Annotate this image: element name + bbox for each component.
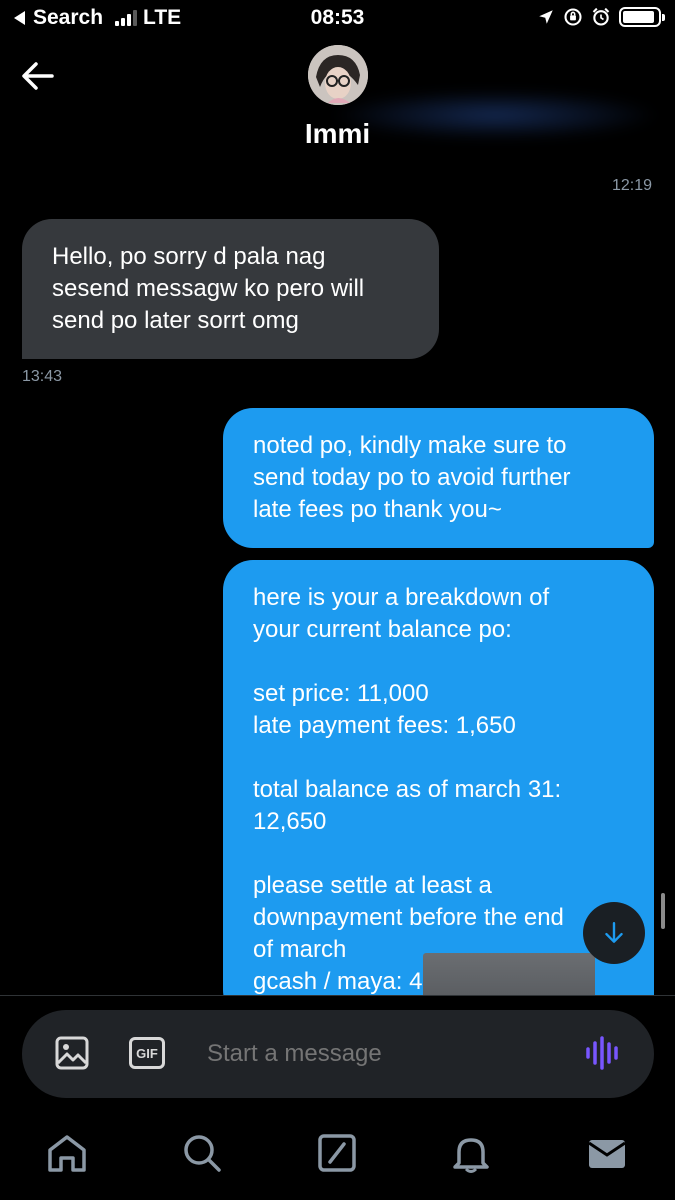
messages-icon[interactable] xyxy=(586,1132,628,1174)
divider xyxy=(0,995,675,996)
message-composer: GIF xyxy=(22,1010,654,1098)
message-input[interactable] xyxy=(207,1036,567,1072)
message-bubble-outgoing[interactable]: noted po, kindly make sure to send today… xyxy=(223,408,654,548)
scroll-to-bottom-button[interactable] xyxy=(583,902,645,964)
voice-message-icon[interactable] xyxy=(584,1035,622,1071)
message-bubble-incoming[interactable]: Hello, po sorry d pala nag sesend messag… xyxy=(22,219,439,359)
compose-icon[interactable] xyxy=(316,1132,358,1174)
message-timestamp: 13:43 xyxy=(22,368,63,385)
message-timestamp: 12:19 xyxy=(611,177,652,194)
scrollbar[interactable] xyxy=(661,893,665,929)
search-icon[interactable] xyxy=(181,1132,223,1174)
back-arrow-icon[interactable] xyxy=(18,58,58,94)
notifications-icon[interactable] xyxy=(450,1132,492,1174)
arrow-down-icon xyxy=(605,922,623,943)
bottom-navigation xyxy=(0,1120,675,1200)
redacted-number xyxy=(423,953,595,995)
contact-name[interactable]: Immi xyxy=(0,118,675,150)
conversation-header: Immi xyxy=(0,40,675,168)
home-icon[interactable] xyxy=(46,1132,88,1174)
image-icon[interactable] xyxy=(55,1036,89,1070)
gif-button[interactable]: GIF xyxy=(129,1037,165,1069)
avatar[interactable] xyxy=(308,45,368,105)
